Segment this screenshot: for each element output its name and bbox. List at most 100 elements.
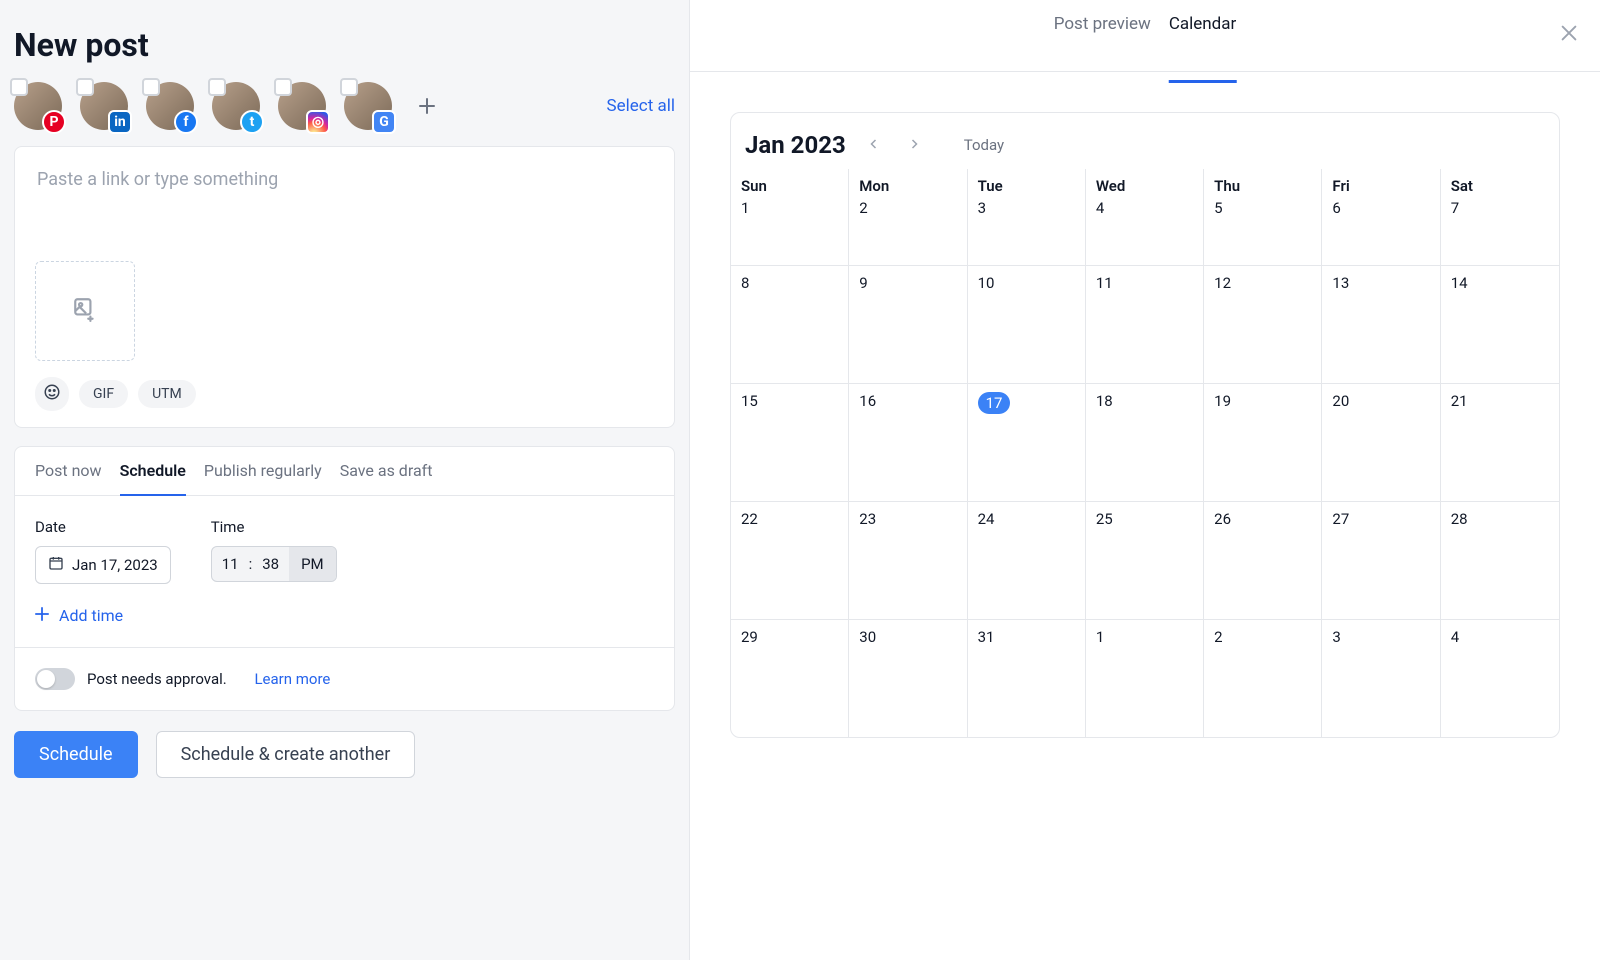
accounts-row: Pinft ◎ G Select all (14, 82, 675, 130)
account-checkbox[interactable] (208, 78, 226, 96)
calendar-day-number: 4 (1096, 199, 1104, 217)
calendar-day-number: 3 (1332, 628, 1340, 646)
right-tabs: Post previewCalendar (1054, 14, 1237, 58)
calendar-day[interactable]: 18 (1086, 383, 1204, 501)
date-picker-button[interactable]: Jan 17, 2023 (35, 546, 171, 584)
add-time-button[interactable]: Add time (35, 606, 654, 625)
compose-pane: New post Pinft◎G Select all GIF UTM Post… (0, 0, 690, 960)
preview-tab-post-preview[interactable]: Post preview (1054, 14, 1151, 58)
calendar-day[interactable]: 11 (1086, 265, 1204, 383)
calendar-day[interactable]: 29 (731, 619, 849, 737)
calendar-day[interactable]: 12 (1204, 265, 1322, 383)
calendar-icon (48, 555, 64, 575)
today-button[interactable]: Today (964, 136, 1004, 154)
prev-month-button[interactable] (862, 133, 886, 157)
calendar-day[interactable]: 14 (1441, 265, 1559, 383)
calendar-day[interactable]: 28 (1441, 501, 1559, 619)
account-instagram[interactable]: ◎ (278, 82, 326, 130)
schedule-button[interactable]: Schedule (14, 731, 138, 778)
calendar-day[interactable]: Thu5 (1204, 169, 1322, 265)
account-checkbox[interactable] (10, 78, 28, 96)
post-text-input[interactable] (35, 167, 654, 257)
time-input[interactable]: 11 : 38 PM (211, 546, 337, 582)
calendar-day[interactable]: Sun1 (731, 169, 849, 265)
calendar-day[interactable]: 22 (731, 501, 849, 619)
account-pinterest[interactable]: P (14, 82, 62, 130)
schedule-and-another-button[interactable]: Schedule & create another (156, 731, 416, 778)
calendar-day[interactable]: 24 (968, 501, 1086, 619)
calendar-day[interactable]: 9 (849, 265, 967, 383)
calendar-day-number: 11 (1096, 274, 1113, 292)
calendar-day-number: 23 (859, 510, 876, 528)
calendar-day[interactable]: 27 (1322, 501, 1440, 619)
close-button[interactable] (1558, 22, 1580, 49)
add-media-button[interactable] (35, 261, 135, 361)
calendar-day[interactable]: 13 (1322, 265, 1440, 383)
calendar-day[interactable]: 19 (1204, 383, 1322, 501)
learn-more-link[interactable]: Learn more (254, 670, 330, 688)
calendar-day-number: 15 (741, 392, 758, 410)
account-twitter[interactable]: t (212, 82, 260, 130)
add-account-button[interactable] (410, 89, 444, 123)
schedule-tab-save-as-draft[interactable]: Save as draft (340, 461, 433, 495)
calendar-day[interactable]: 30 (849, 619, 967, 737)
calendar-day[interactable]: 26 (1204, 501, 1322, 619)
calendar-day[interactable]: 1 (1086, 619, 1204, 737)
google-icon: G (372, 110, 396, 134)
calendar-day-number: 25 (1096, 510, 1113, 528)
calendar-month-label: Jan 2023 (745, 131, 846, 159)
gif-button[interactable]: GIF (79, 380, 128, 408)
calendar-day-number: 26 (1214, 510, 1231, 528)
calendar-day[interactable]: 20 (1322, 383, 1440, 501)
calendar-day-number: 17 (978, 392, 1011, 414)
calendar-day-number: 1 (741, 199, 749, 217)
approval-row: Post needs approval. Learn more (15, 647, 674, 710)
calendar-day[interactable]: 8 (731, 265, 849, 383)
add-time-label: Add time (59, 606, 123, 625)
calendar-day-number: 31 (978, 628, 995, 646)
account-facebook[interactable]: f (146, 82, 194, 130)
account-linkedin[interactable]: in (80, 82, 128, 130)
calendar-day-number: 16 (859, 392, 876, 410)
schedule-tab-post-now[interactable]: Post now (35, 461, 102, 495)
calendar-day-number: 12 (1214, 274, 1231, 292)
time-ampm-toggle[interactable]: PM (289, 547, 336, 581)
account-checkbox[interactable] (274, 78, 292, 96)
calendar-day-header: Thu (1214, 177, 1311, 199)
calendar-day[interactable]: 15 (731, 383, 849, 501)
composer-toolbar: GIF UTM (35, 377, 654, 411)
calendar-day[interactable]: 25 (1086, 501, 1204, 619)
calendar-day-header: Sun (741, 177, 838, 199)
calendar-day[interactable]: 31 (968, 619, 1086, 737)
date-label: Date (35, 518, 171, 536)
schedule-tab-publish-regularly[interactable]: Publish regularly (204, 461, 322, 495)
calendar-day[interactable]: Fri6 (1322, 169, 1440, 265)
account-checkbox[interactable] (76, 78, 94, 96)
next-month-button[interactable] (902, 133, 926, 157)
account-checkbox[interactable] (340, 78, 358, 96)
calendar-day[interactable]: 3 (1322, 619, 1440, 737)
calendar-day-number: 20 (1332, 392, 1349, 410)
calendar-day[interactable]: 10 (968, 265, 1086, 383)
calendar-day[interactable]: 23 (849, 501, 967, 619)
calendar-day[interactable]: 21 (1441, 383, 1559, 501)
preview-tab-calendar[interactable]: Calendar (1169, 14, 1236, 83)
calendar-day-number: 2 (859, 199, 867, 217)
time-hour[interactable]: 11 (212, 547, 249, 581)
calendar-day[interactable]: 4 (1441, 619, 1559, 737)
emoji-picker-button[interactable] (35, 377, 69, 411)
utm-button[interactable]: UTM (138, 380, 196, 408)
calendar-day[interactable]: 2 (1204, 619, 1322, 737)
calendar-day[interactable]: 17 (968, 383, 1086, 501)
calendar-day[interactable]: 16 (849, 383, 967, 501)
select-all-link[interactable]: Select all (607, 96, 675, 116)
account-google[interactable]: G (344, 82, 392, 130)
calendar-day[interactable]: Mon2 (849, 169, 967, 265)
time-minute[interactable]: 38 (252, 547, 289, 581)
approval-toggle[interactable] (35, 668, 75, 690)
calendar-day[interactable]: Sat7 (1441, 169, 1559, 265)
calendar-day[interactable]: Tue3 (968, 169, 1086, 265)
calendar-day[interactable]: Wed4 (1086, 169, 1204, 265)
schedule-tab-schedule[interactable]: Schedule (120, 461, 186, 496)
account-checkbox[interactable] (142, 78, 160, 96)
